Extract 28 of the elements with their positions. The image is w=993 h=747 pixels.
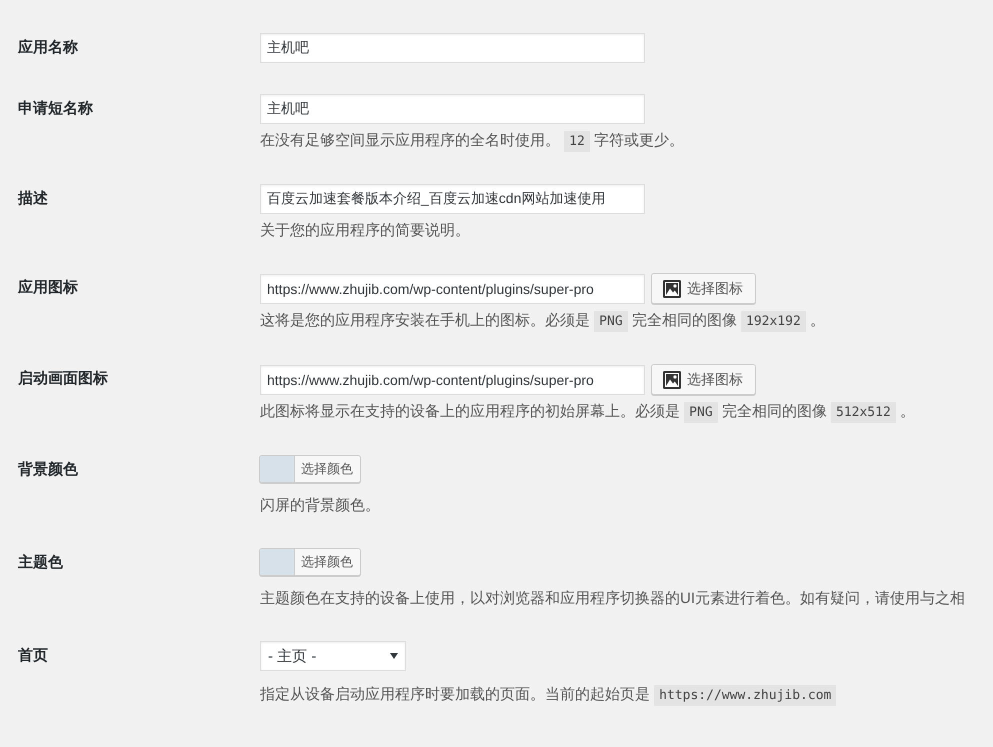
field-description: 主题颜色在支持的设备上使用，以对浏览器和应用程序切换器的UI元素进行着色。如有疑问，请使用与之相 (260, 589, 965, 609)
text-input[interactable]: 百度云加速套餐版本介绍_百度云加速cdn网站加速使用 (260, 184, 645, 214)
field-description: 闪屏的背景颜色。 (260, 496, 380, 516)
field-label: 应用名称 (18, 38, 79, 58)
field-label: 背景颜色 (18, 460, 79, 480)
url-input[interactable]: https://www.zhujib.com/wp-content/plugins/super-pro (260, 364, 645, 394)
field-label: 主题色 (18, 552, 64, 573)
field-label: 申请短名称 (18, 99, 94, 119)
field-label: 应用图标 (18, 278, 79, 298)
field-description: 指定从设备启动应用程序时要加载的页面。当前的起始页是 https://www.zhujib.com (260, 684, 836, 707)
image-icon (663, 280, 681, 298)
url-input[interactable]: https://www.zhujib.com/wp-content/plugins/super-pro (260, 274, 645, 304)
text-input[interactable]: 主机吧 (260, 33, 645, 63)
color-picker-button[interactable]: 选择颜色 (259, 455, 361, 483)
field-label: 首页 (18, 646, 49, 666)
page-select[interactable]: - 主页 - (260, 641, 406, 671)
text-input[interactable]: 主机吧 (260, 94, 645, 124)
field-description: 在没有足够空间显示应用程序的全名时使用。 12 字符或更少。 (260, 130, 684, 153)
field-description: 此图标将显示在支持的设备上的应用程序的初始屏幕上。必须是 PNG 完全相同的图像 512x512 。 (260, 401, 915, 424)
choose-icon-button[interactable]: 选择图标 (651, 364, 756, 395)
field-description: 关于您的应用程序的简要说明。 (260, 221, 470, 241)
field-label: 启动画面图标 (18, 369, 109, 389)
field-label: 描述 (18, 189, 49, 209)
color-picker-button[interactable]: 选择颜色 (259, 548, 361, 576)
image-icon (663, 370, 681, 388)
caret-icon (390, 653, 398, 659)
choose-icon-button[interactable]: 选择图标 (651, 273, 756, 304)
field-description: 这将是您的应用程序安装在手机上的图标。必须是 PNG 完全相同的图像 192x192 。 (260, 310, 825, 333)
